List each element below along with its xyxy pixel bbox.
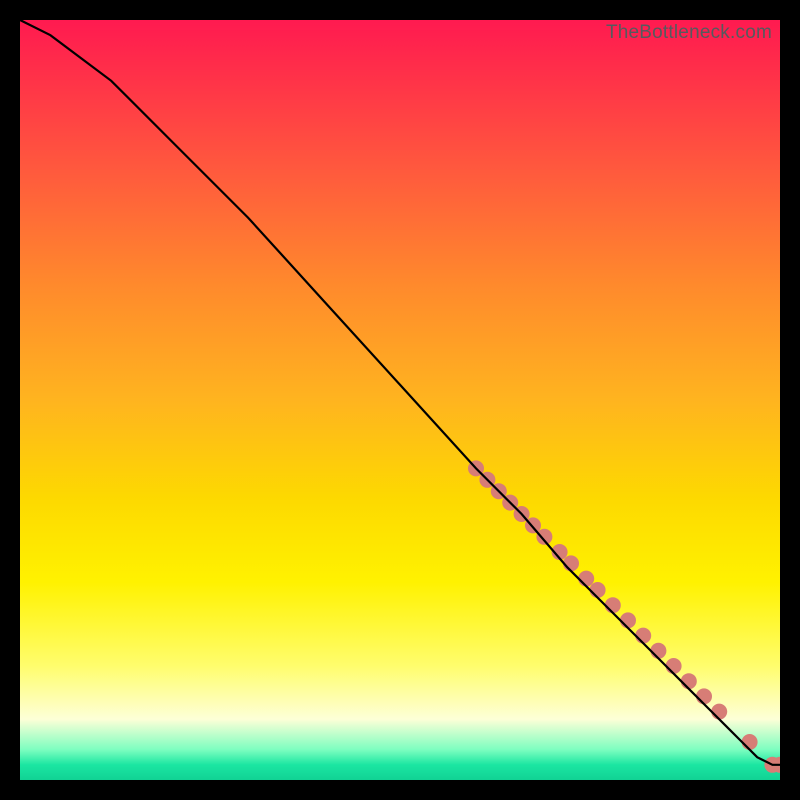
data-point [650, 643, 666, 659]
data-point [696, 688, 712, 704]
data-point [635, 628, 651, 644]
data-point [620, 612, 636, 628]
data-point [742, 734, 758, 750]
data-point [711, 704, 727, 720]
chart-canvas: TheBottleneck.com [20, 20, 780, 780]
data-point [563, 555, 579, 571]
data-point [605, 597, 621, 613]
chart-overlay [20, 20, 780, 780]
data-point [578, 571, 594, 587]
data-point [590, 582, 606, 598]
data-point [681, 673, 697, 689]
data-point [666, 658, 682, 674]
data-point [536, 529, 552, 545]
